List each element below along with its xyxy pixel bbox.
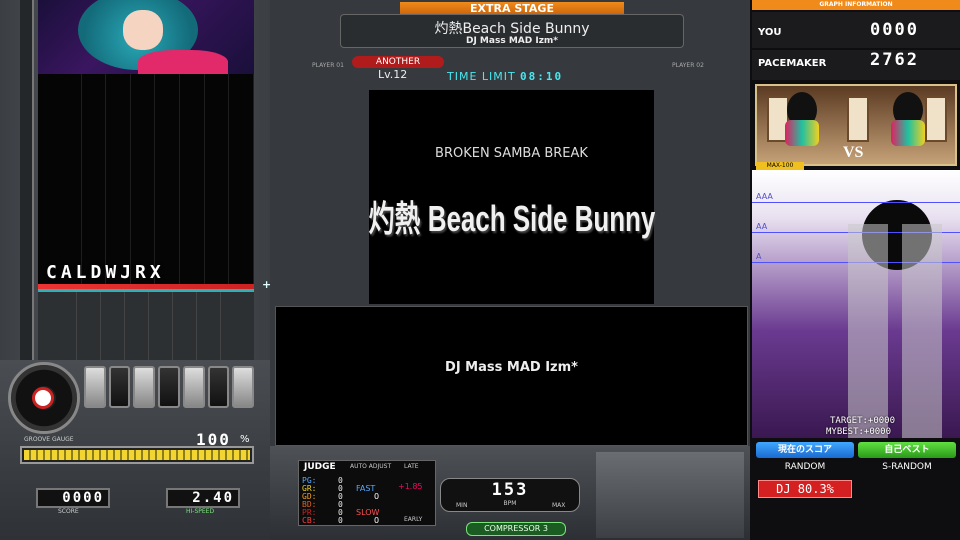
key-2[interactable] (108, 366, 131, 408)
player-avatar-body (785, 120, 819, 146)
lane-1 (82, 74, 107, 288)
option-left: RANDOM (784, 462, 826, 472)
rival-avatar-body (891, 120, 925, 146)
key-5[interactable] (182, 366, 205, 408)
score-graph: AAA AA A (752, 170, 960, 438)
judge-cb-label: CB: (302, 516, 317, 525)
graph-info-header: GRAPH INFORMATION (752, 0, 960, 10)
you-score: 0000 (870, 20, 919, 40)
key-3[interactable] (133, 366, 156, 408)
lane-2 (106, 74, 131, 288)
key-1[interactable] (84, 366, 106, 408)
bga-screen-lower (275, 306, 748, 446)
dj-rate-badge: DJ 80.3% (758, 480, 852, 498)
bpm-min-label: MIN (456, 502, 468, 509)
grade-label-aaa: AAA (756, 192, 773, 201)
groove-gauge (20, 446, 254, 464)
song-artist: DJ Mass MAD Izm* (465, 36, 559, 46)
graph-bar-you (848, 224, 888, 438)
early-label: EARLY (404, 516, 423, 523)
time-limit-label: TIME LIMIT (447, 70, 516, 83)
groove-gauge-fill (24, 450, 250, 460)
score-label: SCORE (58, 508, 79, 515)
lane-4 (155, 74, 181, 288)
genre-label: BROKEN SAMBA BREAK (435, 146, 588, 161)
score-display: 0000 (36, 488, 110, 508)
current-score-button[interactable]: 現在のスコア (756, 442, 854, 458)
vs-label: VS (843, 144, 864, 161)
turntable-logo-icon (32, 387, 54, 409)
level-label: Lv.12 (378, 68, 408, 81)
song-title: 灼熱Beach Side Bunny (434, 21, 590, 37)
bpm-max-label: MAX (552, 502, 566, 509)
hispeed-display: 2.40 (166, 488, 240, 508)
max-tag: MAX-100 (756, 162, 804, 170)
note-lanes (38, 74, 255, 288)
key-6[interactable] (207, 366, 230, 408)
bga-character-thumbnail (38, 0, 254, 74)
difficulty-badge: ANOTHER (352, 56, 444, 68)
lane-cover (38, 292, 254, 362)
grade-line-aaa (752, 202, 960, 203)
judge-title: JUDGE (304, 462, 336, 472)
you-row (752, 12, 960, 48)
artist-large: DJ Mass MAD Izm* (445, 360, 578, 375)
door-right (925, 96, 947, 142)
key-4[interactable] (158, 366, 180, 408)
lane-3 (131, 74, 156, 288)
target-diff: TARGET:+0000 (830, 416, 896, 426)
bpm-value: 153 (491, 480, 529, 500)
decorative-machinery (596, 452, 744, 538)
lane-7 (229, 74, 255, 288)
judge-cb-value: 0 (338, 516, 343, 525)
player1-label: PLAYER 01 (312, 62, 344, 69)
grade-label-aa: AA (756, 222, 768, 231)
self-best-button[interactable]: 自己ベスト (858, 442, 956, 458)
slow-value: 0 (374, 516, 380, 525)
fast-label: FAST (356, 484, 376, 493)
late-label: LATE (404, 463, 419, 470)
time-limit-value: 08:10 (520, 70, 564, 83)
graph-bar-pacemaker (902, 224, 942, 438)
player2-label: PLAYER 02 (672, 62, 704, 69)
grade-label-a: A (756, 252, 762, 261)
scratch-lane (38, 74, 82, 288)
scroll-rail (20, 0, 34, 360)
timing-offset: +1.85 (398, 482, 423, 491)
mybest-diff: MYBEST:+0000 (826, 427, 892, 437)
compressor-badge: COMPRESSOR 3 (466, 522, 566, 536)
hispeed-label: HI-SPEED (186, 508, 215, 515)
groove-gauge-label: GROOVE GAUGE (24, 436, 74, 443)
auto-adjust-label: AUTO ADJUST (350, 463, 392, 470)
key-7[interactable] (232, 366, 255, 408)
gauge-percent-sign: % (240, 434, 250, 445)
pacemaker-score: 2762 (870, 50, 919, 70)
key-row (84, 366, 255, 408)
fast-value: 0 (374, 492, 380, 501)
lane-6 (205, 74, 230, 288)
dj-name: CALDWJRX (46, 262, 165, 283)
door-center (847, 96, 869, 142)
lane-5 (180, 74, 205, 288)
you-label: YOU (758, 27, 782, 38)
song-title-large: 灼熱 Beach Side Bunny (368, 198, 656, 239)
option-right: S-RANDOM (882, 462, 932, 472)
pacemaker-label: PACEMAKER (758, 58, 827, 69)
